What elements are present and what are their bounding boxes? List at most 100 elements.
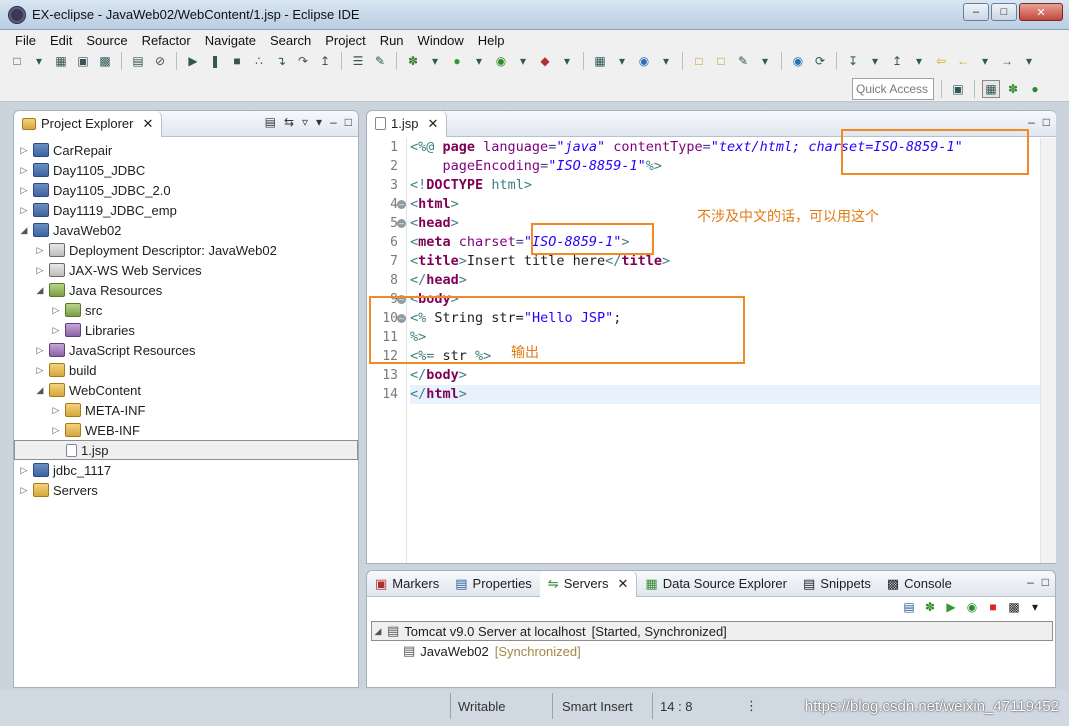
open-folder-icon[interactable]: □ [690,52,708,70]
last-edit-location-icon[interactable]: ⇦ [932,52,950,70]
suspend-icon[interactable]: ❚ [206,52,224,70]
tree-item[interactable]: ◢ Java Resources [14,280,358,300]
forward-icon[interactable]: → [998,52,1016,70]
fold-toggle-icon[interactable]: – [397,219,406,228]
tree-item[interactable]: ▷ META-INF [14,400,358,420]
minimize-view-icon[interactable]: – [330,115,337,129]
publish-icon[interactable]: ▩ [1006,599,1022,615]
step-over-icon[interactable]: ↷ [294,52,312,70]
debug-server-icon[interactable]: ✽ [922,599,938,615]
code-line[interactable]: </head> [410,271,1056,290]
menu-edit[interactable]: Edit [43,33,79,48]
code-line[interactable]: <title>Insert title here</title> [410,252,1056,271]
debug-icon[interactable]: ✽ [404,52,422,70]
back-dropdown-icon[interactable]: ▾ [976,52,994,70]
code-line[interactable]: <meta charset="ISO-8859-1"> [410,233,1056,252]
tree-item[interactable]: ▷ src [14,300,358,320]
collapse-all-icon[interactable]: ▤ [265,115,276,129]
tree-item[interactable]: ▷ CarRepair [14,140,358,160]
new-server-dropdown-icon[interactable]: ▾ [613,52,631,70]
run-icon[interactable]: ● [448,52,466,70]
toggle-comment-icon[interactable]: ☰ [349,52,367,70]
resume-icon[interactable]: ▶ [184,52,202,70]
menu-source[interactable]: Source [79,33,134,48]
expand-arrow-icon[interactable]: ▷ [50,425,62,436]
code-line[interactable]: </body> [410,366,1056,385]
skip-breakpoints-icon[interactable]: ⊘ [151,52,169,70]
tree-item[interactable]: ▷ Day1105_JDBC_2.0 [14,180,358,200]
expand-arrow-icon[interactable]: ◢ [34,385,46,396]
forward-dropdown-icon[interactable]: ▾ [1020,52,1038,70]
view-menu-icon[interactable]: ▾ [1027,599,1043,615]
minimize-button[interactable]: – [963,3,989,21]
save-icon[interactable]: ▣ [74,52,92,70]
tree-item[interactable]: ▷ Day1119_JDBC_emp [14,200,358,220]
new-server-icon[interactable]: ▦ [591,52,609,70]
disconnect-icon[interactable]: ∴ [250,52,268,70]
coverage-dropdown-icon[interactable]: ▾ [514,52,532,70]
terminate-icon[interactable]: ■ [228,52,246,70]
minimize-view-icon[interactable]: – [1027,575,1034,589]
open-task-icon[interactable]: □ [712,52,730,70]
coverage-icon[interactable]: ◉ [492,52,510,70]
expand-arrow-icon[interactable]: ◢ [34,285,46,296]
maximize-view-icon[interactable]: □ [1043,115,1050,129]
maximize-view-icon[interactable]: □ [345,115,352,129]
start-server-icon[interactable]: ▶ [943,599,959,615]
external-tools-icon[interactable]: ◆ [536,52,554,70]
external-tools-dropdown-icon[interactable]: ▾ [558,52,576,70]
tab-project-explorer[interactable]: Project Explorer ✕ [14,110,163,137]
tree-item[interactable]: ▷ Day1105_JDBC [14,160,358,180]
back-icon[interactable]: ← [954,52,972,70]
server-row-tomcat[interactable]: ◢ ▤ Tomcat v9.0 Server at localhost [Sta… [371,621,1053,641]
editor-scrollbar[interactable] [1040,138,1056,563]
module-row-javaweb02[interactable]: ▤ JavaWeb02 [Synchronized] [403,641,581,661]
menu-window[interactable]: Window [411,33,471,48]
stop-server-icon[interactable]: ■ [985,599,1001,615]
close-window-button[interactable]: ✕ [1019,3,1063,21]
open-type-icon[interactable]: ▦ [52,52,70,70]
tree-item[interactable]: ◢ WebContent [14,380,358,400]
tab-data-source-explorer[interactable]: ▦ Data Source Explorer [637,571,795,597]
tab-1-jsp[interactable]: 1.jsp ✕ [367,110,448,137]
expand-arrow-icon[interactable]: ▷ [18,185,30,196]
tree-item[interactable]: ▷ Libraries [14,320,358,340]
terminal-icon[interactable]: ▤ [129,52,147,70]
view-menu-icon[interactable]: ▾ [316,115,322,129]
expand-arrow-icon[interactable]: ▷ [18,465,30,476]
menu-refactor[interactable]: Refactor [135,33,198,48]
tab-servers[interactable]: ⇋ Servers ✕ [539,570,638,597]
expand-arrow-icon[interactable]: ▷ [50,405,62,416]
next-annotation-dropdown-icon[interactable]: ▾ [866,52,884,70]
minimize-view-icon[interactable]: – [1028,115,1035,129]
expand-arrow-icon[interactable]: ◢ [18,225,30,236]
tab-snippets[interactable]: ▤ Snippets [795,571,879,597]
expand-arrow-icon[interactable]: ▷ [18,145,30,156]
fold-toggle-icon[interactable]: – [397,200,406,209]
java-perspective-icon[interactable]: ● [1026,80,1044,98]
expand-arrow-icon[interactable]: ▷ [18,205,30,216]
step-return-icon[interactable]: ↥ [316,52,334,70]
edit-dropdown-icon[interactable]: ▾ [756,52,774,70]
tab-console[interactable]: ▩ Console [879,571,960,597]
new-java-class-icon[interactable]: ◉ [635,52,653,70]
debug-perspective-icon[interactable]: ✽ [1004,80,1022,98]
previous-annotation-icon[interactable]: ↥ [888,52,906,70]
code-line[interactable]: </html> [410,385,1056,404]
code-editor[interactable]: 1 2 3 4–5–6 7 8 9–10–11 12 13 14 <%@ page languag… [367,129,1056,563]
tree-item[interactable]: 1.jsp [14,440,358,460]
new-dropdown-icon[interactable]: ▾ [30,52,48,70]
expand-arrow-icon[interactable]: ▷ [18,165,30,176]
globe-icon[interactable]: ◉ [789,52,807,70]
expand-arrow-icon[interactable]: ▷ [34,265,46,276]
menu-file[interactable]: File [8,33,43,48]
previous-annotation-dropdown-icon[interactable]: ▾ [910,52,928,70]
tree-item[interactable]: ▷ jdbc_1117 [14,460,358,480]
tree-item[interactable]: ◢ JavaWeb02 [14,220,358,240]
profile-server-icon[interactable]: ◉ [964,599,980,615]
expand-arrow-icon[interactable]: ▷ [34,245,46,256]
open-perspective-icon[interactable]: ▣ [949,80,967,98]
menu-help[interactable]: Help [471,33,512,48]
tree-item[interactable]: ▷ Deployment Descriptor: JavaWeb02 [14,240,358,260]
tab-properties[interactable]: ▤ Properties [447,571,540,597]
